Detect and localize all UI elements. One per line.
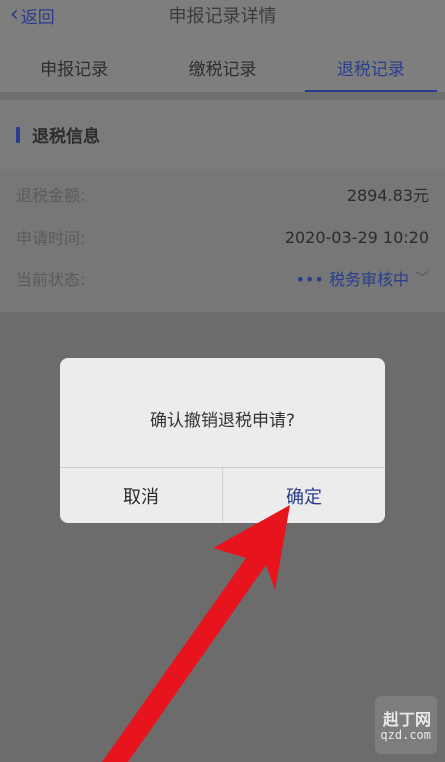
red-arrow-icon xyxy=(102,505,290,762)
screen: ‹ 返回 申报记录详情 申报记录 缴税记录 退税记录 退税信息 退税金额: 28… xyxy=(0,0,445,762)
watermark-line1: 赳丁网 xyxy=(382,710,431,729)
watermark: 赳丁网 qzd.com xyxy=(375,696,437,754)
watermark-line2: qzd.com xyxy=(380,728,431,742)
